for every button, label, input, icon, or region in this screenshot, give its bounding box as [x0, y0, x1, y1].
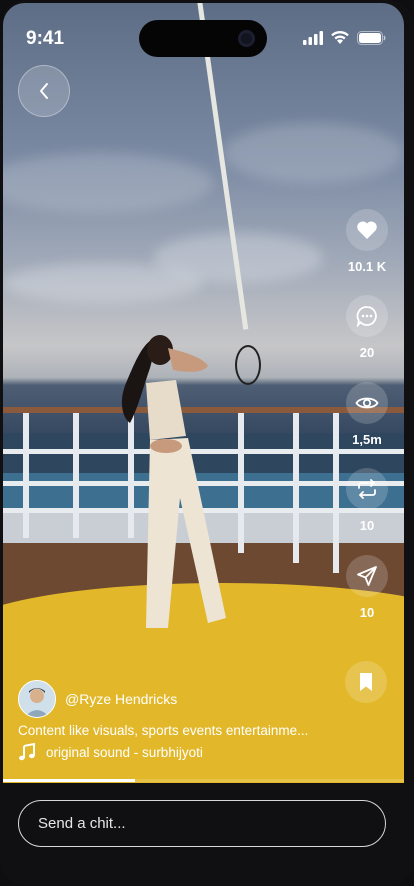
repost-button[interactable] — [346, 468, 388, 510]
comment-button[interactable] — [346, 295, 388, 337]
rail-post — [293, 413, 299, 563]
video-progress-bar[interactable] — [3, 779, 404, 782]
back-button[interactable] — [18, 65, 70, 117]
repost-count: 10 — [359, 518, 375, 533]
share-action[interactable]: 10 — [344, 555, 390, 620]
video-progress-fill — [3, 779, 136, 782]
like-button[interactable] — [346, 209, 388, 251]
bottom-bar — [0, 783, 414, 886]
author-name[interactable]: @Ryze Hendricks — [65, 691, 177, 707]
post-caption[interactable]: Content like visuals, sports events ente… — [18, 723, 308, 738]
status-icons — [303, 30, 386, 45]
rail-post — [23, 413, 29, 538]
comment-action[interactable]: 20 — [344, 295, 390, 360]
dynamic-island — [139, 20, 267, 57]
post-author[interactable]: @Ryze Hendricks — [18, 680, 177, 718]
cellular-signal-icon — [303, 30, 323, 45]
status-time: 9:41 — [26, 28, 65, 49]
send-icon — [357, 566, 377, 586]
avatar-image — [19, 681, 55, 717]
repost-icon — [358, 479, 376, 499]
avatar[interactable] — [18, 680, 56, 718]
views-action[interactable]: 1,5m — [344, 382, 390, 447]
bookmark-icon — [360, 673, 372, 691]
like-action[interactable]: 10.1 K — [344, 209, 390, 274]
eye-icon — [355, 397, 379, 409]
rail-post — [333, 413, 339, 573]
like-count: 10.1 K — [347, 259, 387, 274]
chevron-left-icon — [40, 83, 48, 99]
share-count: 10 — [359, 605, 375, 620]
comment-bubble-icon — [356, 306, 377, 327]
music-note-icon — [19, 743, 35, 761]
sound-label: original sound - surbhijyoti — [46, 744, 203, 760]
views-button[interactable] — [346, 382, 388, 424]
wifi-icon — [331, 30, 349, 44]
repost-action[interactable]: 10 — [344, 468, 390, 533]
battery-icon — [357, 30, 386, 45]
cloud — [3, 153, 213, 213]
comment-count: 20 — [359, 345, 375, 360]
heart-icon — [357, 221, 377, 239]
chat-input[interactable] — [18, 800, 386, 847]
share-button[interactable] — [346, 555, 388, 597]
phone-screen: 9:41 10.1 K 20 1,5m 10 10 @Ryze Hendrick… — [0, 0, 414, 886]
views-count: 1,5m — [352, 432, 382, 447]
sound-row[interactable]: original sound - surbhijyoti — [18, 743, 203, 761]
camera-icon — [238, 30, 255, 47]
rail-post — [73, 413, 79, 538]
bookmark-button[interactable] — [345, 661, 387, 703]
person-figure — [121, 335, 226, 628]
cloud — [223, 123, 403, 183]
